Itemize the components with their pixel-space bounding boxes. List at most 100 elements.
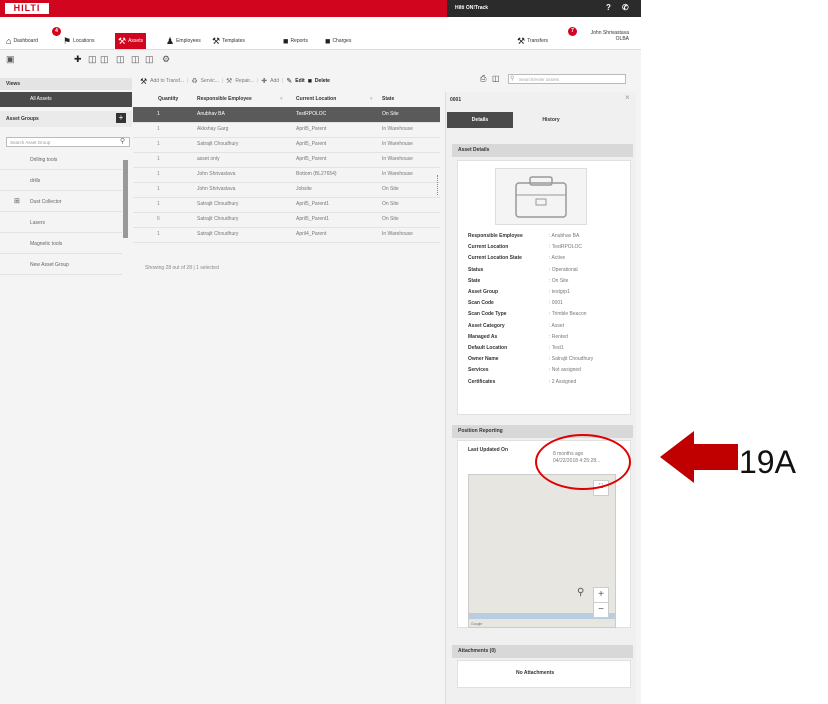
cell-employee: Satrajit Choudhury (197, 201, 239, 207)
column-resize-handle[interactable] (437, 175, 441, 195)
group-icon[interactable]: ◫ (116, 54, 125, 65)
duplicate-icon[interactable]: ◫ (100, 54, 109, 65)
column-state[interactable]: State (382, 92, 394, 107)
transfer-icon: ⚒ (140, 76, 148, 86)
field-label: Asset Category (468, 322, 505, 329)
field-value: : Asset (549, 322, 565, 329)
table-row[interactable]: 1 Satrajit Choudhury April5_Parent In Wareh… (133, 137, 440, 153)
field-label: Default Location (468, 345, 508, 351)
add-button[interactable]: Add (270, 78, 279, 84)
left-panel-scrollbar[interactable] (123, 160, 128, 238)
add-icon[interactable]: ✚ (74, 54, 82, 65)
help-icon[interactable]: ? (606, 3, 611, 12)
copy-group-icon[interactable]: ◫ (131, 54, 140, 65)
field-label: State (468, 277, 481, 284)
app-window: HILTI Hilti ON!Track ? ✆ ⌂ Dashboard 4 ⚑… (0, 0, 641, 704)
cell-qty: 1 (157, 111, 160, 117)
nav-reports[interactable]: ■ Reports (283, 33, 308, 49)
table-toolbar: ⚒ Add to Transf... | ♻ Servic... | ⚒ Rep… (140, 76, 330, 86)
group-item[interactable]: Magnetic tools (0, 234, 122, 254)
cell-state: On Site (382, 186, 399, 192)
asset-search-input[interactable]: Search/enter assets (508, 74, 626, 84)
views-header: Views (0, 78, 132, 90)
cell-state: In Warehouse (382, 231, 413, 237)
group-item[interactable]: Drilling tools (0, 150, 122, 170)
add-group-icon[interactable]: + (116, 113, 126, 123)
dashboard-badge: 4 (52, 27, 61, 36)
column-quantity[interactable]: Quantity (158, 92, 178, 107)
nav-locations[interactable]: ⚑ Locations (63, 33, 94, 49)
close-icon[interactable]: × (625, 93, 630, 102)
phone-icon[interactable]: ✆ (622, 3, 629, 12)
cell-location: April5_Parent (296, 126, 327, 132)
export-icon[interactable]: ◫ (492, 74, 500, 83)
print-icon[interactable]: ⎙ (480, 74, 486, 84)
copy-icon[interactable]: ◫ (88, 54, 97, 65)
column-current-location[interactable]: Current Location (296, 92, 336, 107)
settings-icon[interactable]: ⚙ (162, 54, 170, 65)
search-icon: ⚲ (510, 76, 515, 82)
table-row[interactable]: 1 Anubhav BA TestRPOLOC On Site (133, 107, 440, 123)
expand-icon[interactable]: ⊞ (14, 197, 20, 205)
tab-history[interactable]: History (518, 112, 584, 128)
group-item[interactable]: drills (0, 171, 122, 191)
duplicate-group-icon[interactable]: ◫ (145, 54, 154, 65)
delete-icon: ■ (307, 77, 312, 85)
table-row[interactable]: 1 Satrajit Choudhury April5_Parent1 On Site (133, 197, 440, 213)
cell-location: April5_Parent (296, 141, 327, 147)
edit-button[interactable]: Edit (295, 78, 304, 84)
table-row[interactable]: 1 asset only April5_Parent In Warehouse (133, 152, 440, 168)
service-button[interactable]: Servic... (201, 78, 219, 84)
filter-icon[interactable]: ▿ (280, 96, 283, 102)
group-item[interactable]: New Asset Group (0, 255, 122, 275)
cell-state: On Site (382, 216, 399, 222)
group-item[interactable]: Lasers (0, 213, 122, 233)
delete-button[interactable]: Delete (315, 78, 330, 84)
table-row[interactable]: 1 Satrajit Choudhury April4_Parent In Wareh… (133, 227, 440, 243)
user-menu[interactable]: John Shrivastava OLBA (591, 30, 629, 42)
table-row[interactable]: 1 Akkshay Garg April5_Parent In Warehouse (133, 122, 440, 138)
map-attribution: Google (471, 622, 483, 626)
field-value: : Test1 (549, 345, 564, 351)
field-label: Certificates (468, 378, 496, 385)
people-icon: ♟ (166, 35, 175, 46)
column-responsible-employee[interactable]: Responsible Employee (197, 92, 252, 107)
table-row[interactable]: 1 John Shrivastava Jobsite On Site (133, 182, 440, 198)
field-label: Status (468, 266, 484, 273)
nav-label: Transfers (527, 38, 549, 44)
nav-employees[interactable]: ♟ Employees (166, 33, 201, 49)
callout-label: 19A (739, 444, 796, 480)
nav-assets[interactable]: ⚒ Assets (115, 33, 147, 49)
tab-details[interactable]: Details (447, 112, 513, 128)
cell-employee: Anubhav BA (197, 111, 225, 117)
field-value: : Active (549, 255, 566, 262)
cell-state: On Site (382, 201, 399, 207)
nav-transfers[interactable]: ⚒ Transfers (517, 33, 548, 49)
map-zoom-in-icon[interactable]: + (593, 587, 609, 603)
cell-employee: Satrajit Choudhury (197, 216, 239, 222)
map-zoom-out-icon[interactable]: − (593, 602, 609, 618)
nav-label: Reports (290, 38, 308, 44)
nav-charges[interactable]: ■ Charges (325, 33, 351, 49)
nav-templates[interactable]: ⚒ Templates (212, 33, 245, 49)
field-value: : Rented (549, 333, 568, 340)
field-label: Current Location State (468, 255, 522, 262)
hilti-logo: HILTI (5, 3, 49, 14)
panel-toggle-icon[interactable]: ▣ (6, 54, 15, 65)
highlight-ellipse (535, 434, 631, 490)
table-row[interactable]: 6 Satrajit Choudhury April5_Parent1 On Site (133, 212, 440, 228)
field-label: Managed As (468, 333, 498, 340)
table-row[interactable]: 1 John Shrivastava Bottom (BL27654) In Ware… (133, 167, 440, 183)
cell-qty: 6 (157, 216, 160, 222)
asset-group-search-input[interactable]: Search Asset Group (6, 137, 130, 147)
last-updated-label: Last Updated On (468, 447, 509, 453)
add-to-transfer-button[interactable]: Add to Transf... (150, 78, 184, 84)
nav-label: Locations (73, 38, 95, 44)
filter-icon[interactable]: ▿ (370, 96, 373, 102)
nav-dashboard[interactable]: ⌂ Dashboard (6, 33, 38, 49)
repair-button[interactable]: Repair... (235, 78, 254, 84)
field-value: : TestRPOLOC (549, 244, 582, 251)
cell-location: April5_Parent (296, 156, 327, 162)
app-name: Hilti ON!Track (455, 5, 489, 11)
view-all-assets[interactable]: All Assets (0, 92, 132, 107)
